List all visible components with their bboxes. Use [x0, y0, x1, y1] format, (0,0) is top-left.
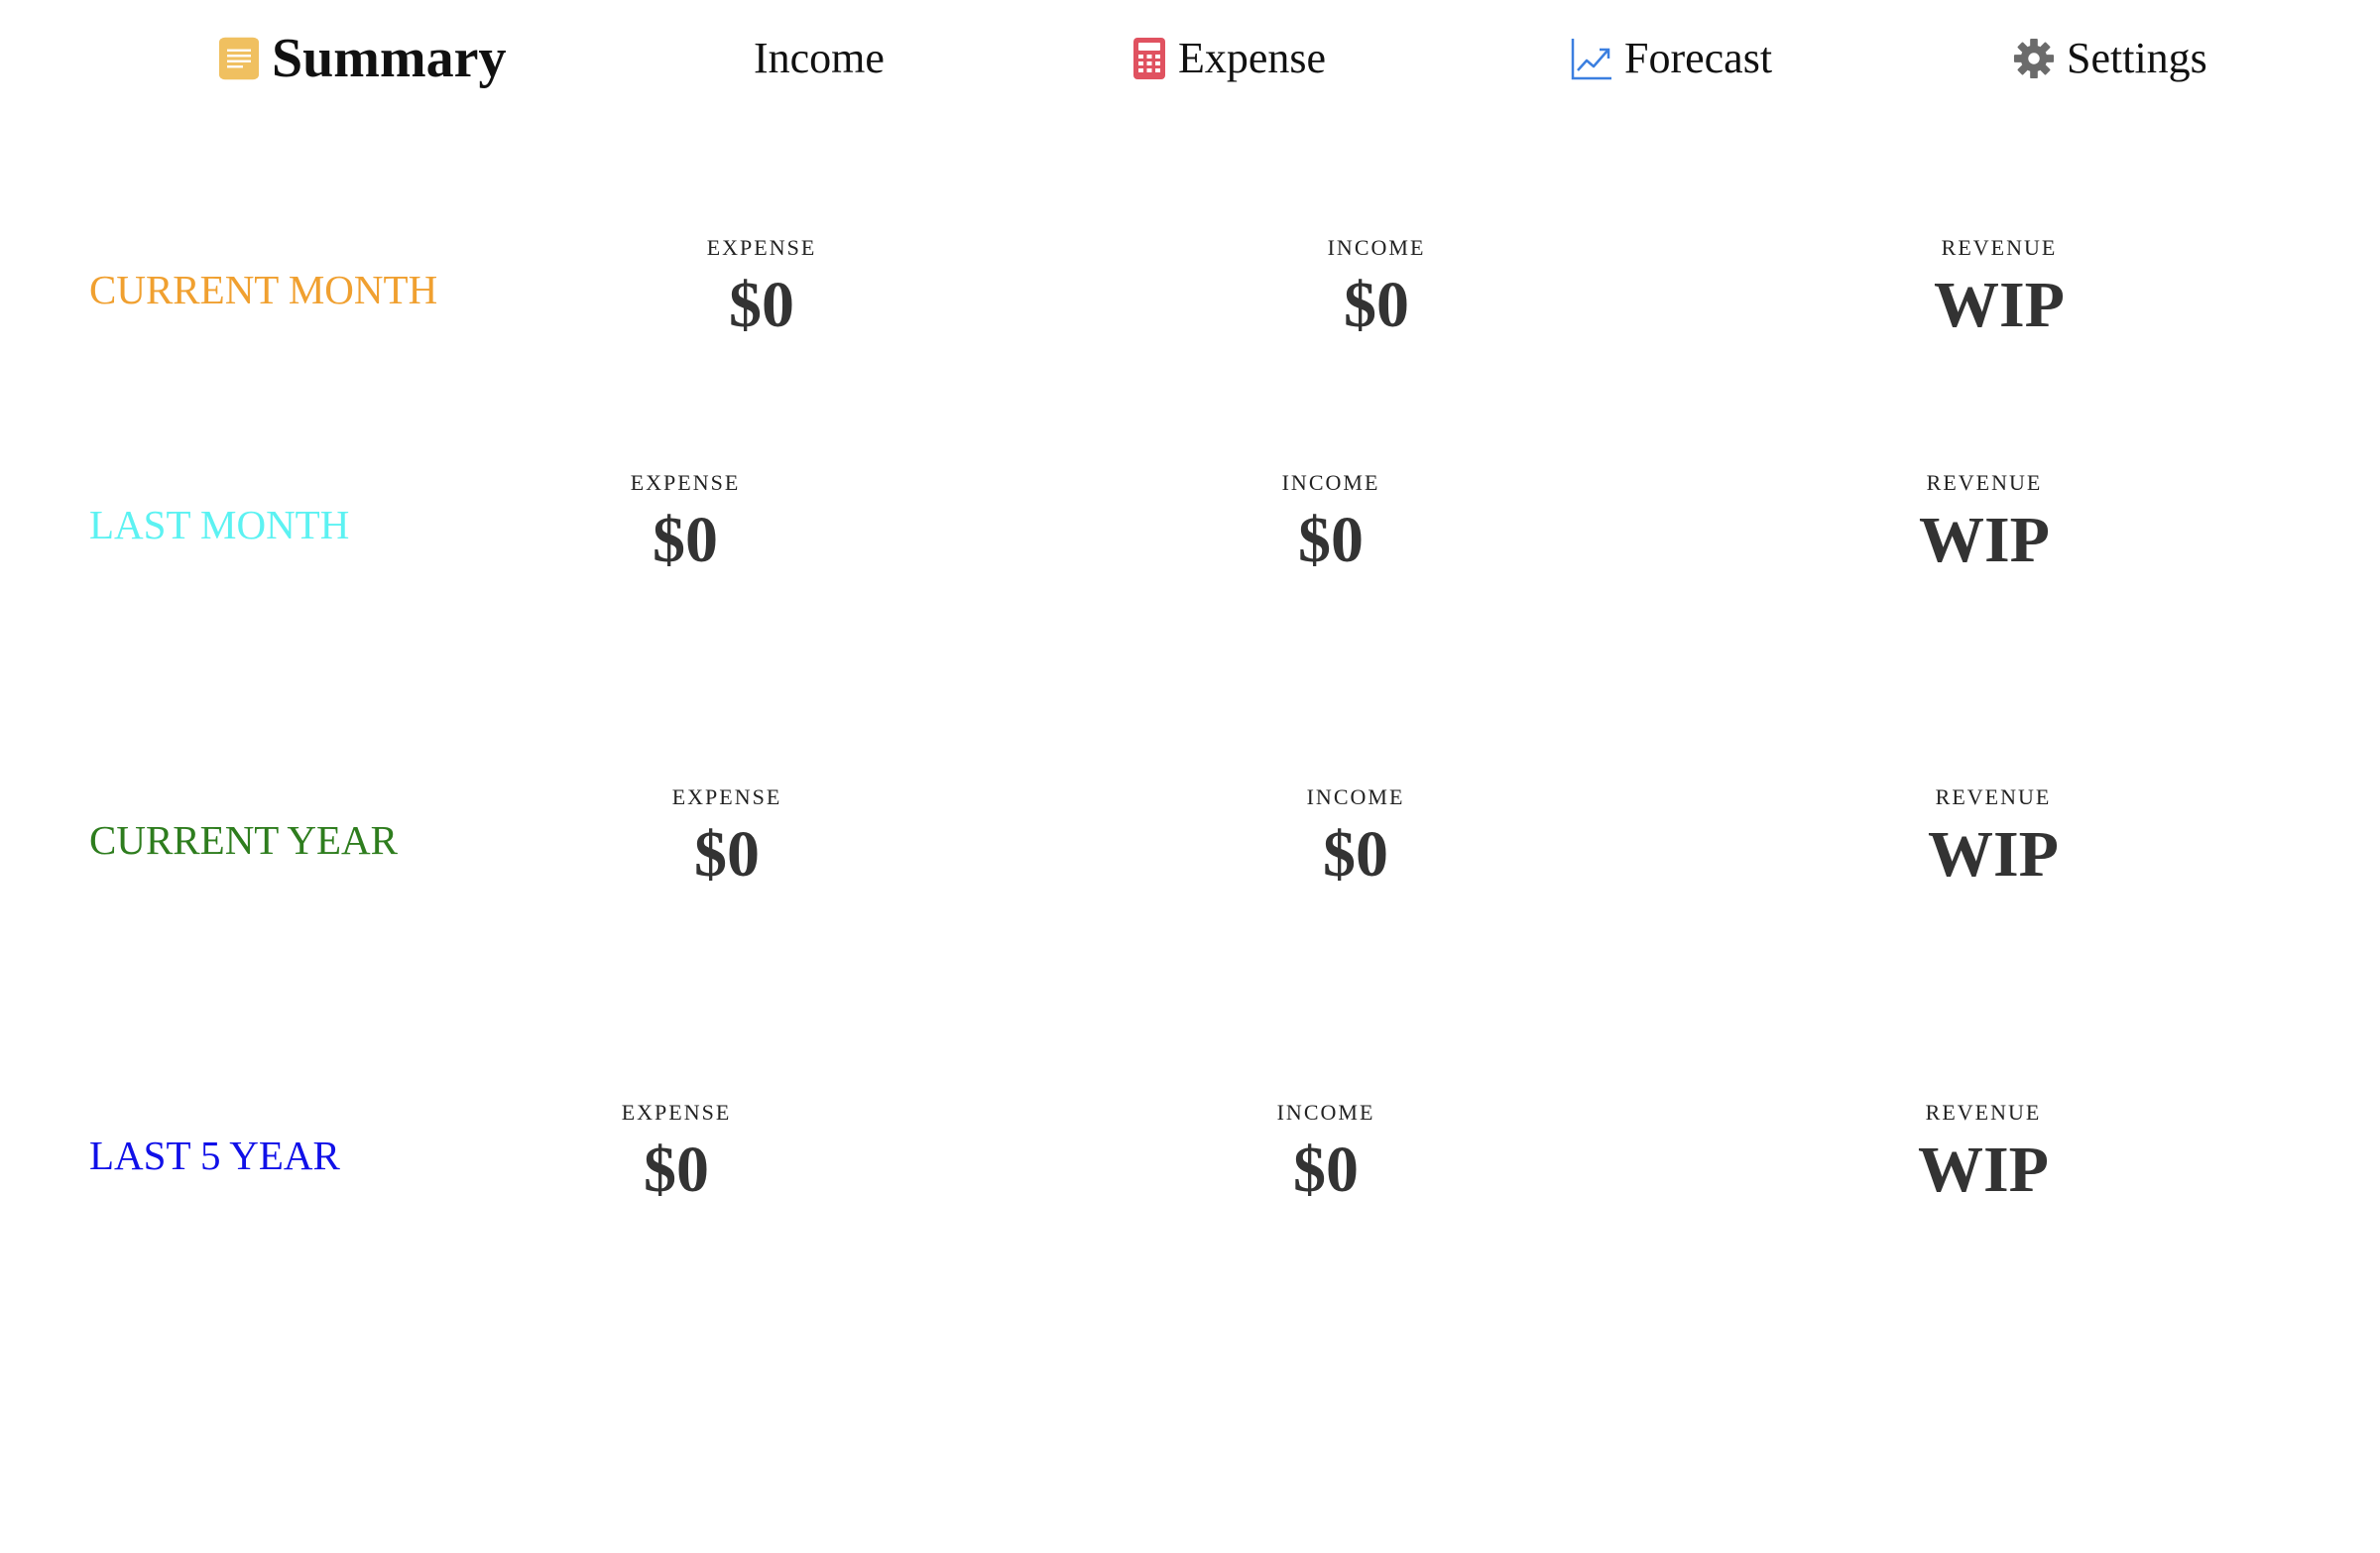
expense-value: $0 [729, 269, 794, 341]
current-year-income: INCOME $0 [1237, 786, 1475, 888]
last-month-expense: EXPENSE $0 [566, 472, 804, 573]
expense-value: $0 [694, 818, 760, 891]
current-month-expense: EXPENSE $0 [643, 237, 881, 338]
expense-caption: EXPENSE [630, 470, 741, 495]
income-caption: INCOME [1327, 235, 1426, 260]
income-caption: INCOME [1281, 470, 1380, 495]
period-label-current-year: CURRENT YEAR [89, 817, 398, 863]
last-month-income: INCOME $0 [1212, 472, 1450, 573]
current-month-income: INCOME $0 [1257, 237, 1495, 338]
income-value: $0 [1323, 818, 1388, 891]
nav-summary-label: Summary [272, 28, 507, 89]
income-value: $0 [1344, 269, 1409, 341]
nav-settings[interactable]: Settings [2013, 22, 2207, 95]
income-caption: INCOME [1276, 1100, 1375, 1125]
nav-expense-label: Expense [1178, 34, 1327, 82]
last-5-year-income: INCOME $0 [1207, 1102, 1445, 1203]
period-label-last-5-year: LAST 5 YEAR [89, 1133, 340, 1178]
income-caption: INCOME [1306, 784, 1405, 809]
nav-forecast-label: Forecast [1624, 34, 1773, 82]
calculator-icon [1132, 37, 1166, 80]
nav-settings-label: Settings [2067, 34, 2207, 82]
expense-value: $0 [644, 1134, 709, 1206]
current-year-expense: EXPENSE $0 [608, 786, 846, 888]
revenue-caption: REVENUE [1926, 470, 2043, 495]
nav-expense[interactable]: Expense [1132, 22, 1326, 95]
revenue-value: WIP [1918, 1134, 2049, 1206]
nav-income-label: Income [754, 34, 885, 82]
expense-caption: EXPENSE [706, 235, 817, 260]
expense-caption: EXPENSE [621, 1100, 732, 1125]
revenue-caption: REVENUE [1935, 784, 2052, 809]
current-year-revenue: REVENUE WIP [1874, 786, 2112, 888]
nav-summary[interactable]: Summary [218, 22, 506, 95]
gear-icon [2013, 37, 2055, 80]
revenue-value: WIP [1919, 504, 2050, 576]
revenue-value: WIP [1928, 818, 2059, 891]
nav-income[interactable]: Income [754, 22, 885, 95]
last-5-year-expense: EXPENSE $0 [557, 1102, 795, 1203]
income-value: $0 [1293, 1134, 1359, 1206]
period-label-current-month: CURRENT MONTH [89, 267, 438, 312]
last-month-revenue: REVENUE WIP [1865, 472, 2103, 573]
nav-forecast[interactable]: Forecast [1571, 22, 1772, 95]
income-value: $0 [1298, 504, 1364, 576]
last-5-year-revenue: REVENUE WIP [1864, 1102, 2102, 1203]
revenue-value: WIP [1934, 269, 2065, 341]
document-icon [218, 37, 260, 80]
revenue-caption: REVENUE [1925, 1100, 2042, 1125]
expense-value: $0 [653, 504, 718, 576]
current-month-revenue: REVENUE WIP [1880, 237, 2118, 338]
period-label-last-month: LAST MONTH [89, 502, 350, 547]
expense-caption: EXPENSE [671, 784, 782, 809]
line-chart-icon [1571, 37, 1612, 80]
revenue-caption: REVENUE [1941, 235, 2058, 260]
